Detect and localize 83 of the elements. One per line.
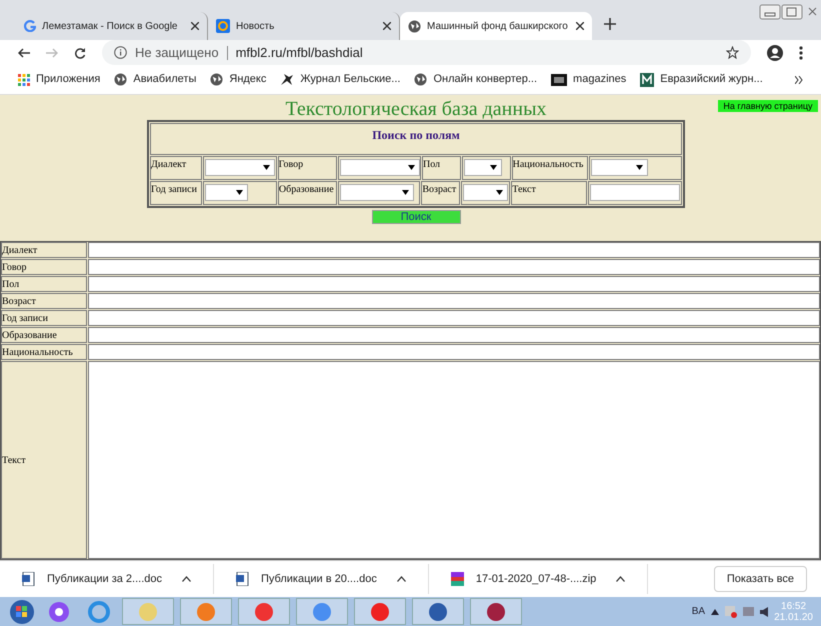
text-field[interactable] (590, 184, 680, 201)
tab-title: Новость (236, 20, 276, 34)
profile-icon[interactable] (767, 44, 783, 60)
address-field[interactable]: Не защищено mfbl2.ru/mfbl/bashdial (102, 40, 751, 65)
reload-icon[interactable] (74, 46, 86, 58)
bookmark[interactable]: Авиабилеты (114, 71, 196, 88)
caret-up-icon (616, 576, 626, 582)
close-icon[interactable] (383, 22, 391, 30)
show-all-button[interactable]: Показать все (714, 566, 807, 592)
result-label: Образование (1, 327, 87, 343)
tab-title: Машинный фонд башкирского (427, 20, 569, 34)
security-label: Не защищено (135, 44, 219, 62)
field-label: Говор (278, 156, 337, 180)
caret-icon (262, 165, 270, 170)
logo-icon (551, 74, 568, 86)
caret-icon (490, 165, 497, 170)
globe-icon (210, 73, 224, 86)
search-button[interactable]: Поиск (372, 210, 460, 224)
dropdown[interactable] (464, 159, 502, 176)
document-icon (22, 572, 35, 586)
caret-icon (408, 165, 415, 170)
at-icon (216, 19, 230, 33)
globe-icon (408, 20, 421, 32)
window-controls-icon[interactable] (759, 4, 819, 20)
show-hidden-icon[interactable] (711, 608, 720, 614)
close-icon[interactable] (576, 22, 584, 30)
document-icon (236, 572, 250, 586)
result-label: Год записи (1, 310, 87, 326)
download-item[interactable]: 17-01-2020_07-48-....zip (428, 564, 648, 594)
dropdown[interactable] (463, 184, 508, 201)
field-label: Возраст (421, 181, 460, 205)
flag-icon[interactable] (725, 606, 738, 618)
back-icon[interactable] (18, 48, 30, 58)
caret-icon (496, 190, 504, 195)
star-icon[interactable] (726, 46, 739, 59)
home-page-button[interactable]: На главную страницу (718, 100, 818, 112)
archive-icon (450, 572, 464, 586)
language-indicator: BA (692, 605, 706, 619)
bookmark[interactable]: Яндекс (210, 71, 266, 88)
tab-title: Лемезтамак - Поиск в Google (42, 20, 178, 34)
field-label: Год записи (150, 181, 202, 205)
caret-icon (636, 165, 643, 170)
download-item[interactable]: Публикации в 20....doc (214, 564, 429, 594)
more-icon[interactable] (795, 76, 803, 84)
bookmark[interactable]: magazines (551, 71, 626, 88)
logo-icon (640, 72, 654, 86)
bookmark[interactable]: Евразийский журн... (640, 71, 763, 88)
result-label: Возраст (1, 293, 87, 309)
caret-up-icon (182, 576, 192, 582)
field-label: Текст (511, 181, 588, 205)
info-icon (114, 46, 127, 59)
google-icon (24, 20, 36, 32)
bookmark[interactable]: Приложения (18, 71, 100, 88)
field-label: Образование (278, 181, 338, 205)
url-text: mfbl2.ru/mfbl/bashdial (236, 44, 363, 62)
globe-icon (414, 73, 428, 86)
caret-icon (236, 190, 243, 195)
browser-tab[interactable]: Машинный фонд башкирского (400, 12, 592, 40)
download-item[interactable]: Публикации за 2....doc (0, 564, 214, 594)
field-label: Национальность (512, 156, 588, 180)
bookmark[interactable]: Онлайн конвертер... (414, 71, 538, 88)
form-heading: Поиск по полям (372, 127, 460, 144)
caret-up-icon (396, 576, 406, 582)
start-icon[interactable] (8, 598, 36, 624)
field-label: Диалект (150, 156, 202, 180)
clock-date: 21.01.20 (774, 612, 813, 622)
close-icon[interactable] (191, 22, 199, 30)
result-label: Диалект (1, 242, 87, 258)
speaker-icon[interactable] (760, 606, 768, 616)
caret-icon (402, 190, 410, 195)
apps-grid-icon (18, 74, 30, 86)
globe-icon (114, 73, 128, 86)
result-label: Текст (1, 361, 87, 559)
bookmark[interactable]: Журнал Бельские... (280, 71, 400, 88)
page-title: Текстологическая база данных (285, 98, 547, 120)
field-label: Пол (422, 156, 461, 180)
clock-time: 16:52 (781, 600, 806, 612)
menu-icon[interactable] (799, 46, 803, 60)
result-label: Пол (1, 276, 87, 292)
result-label: Говор (1, 259, 87, 275)
plus-icon[interactable] (604, 18, 616, 30)
result-label: Национальность (1, 344, 87, 360)
dropdown[interactable] (204, 184, 248, 201)
